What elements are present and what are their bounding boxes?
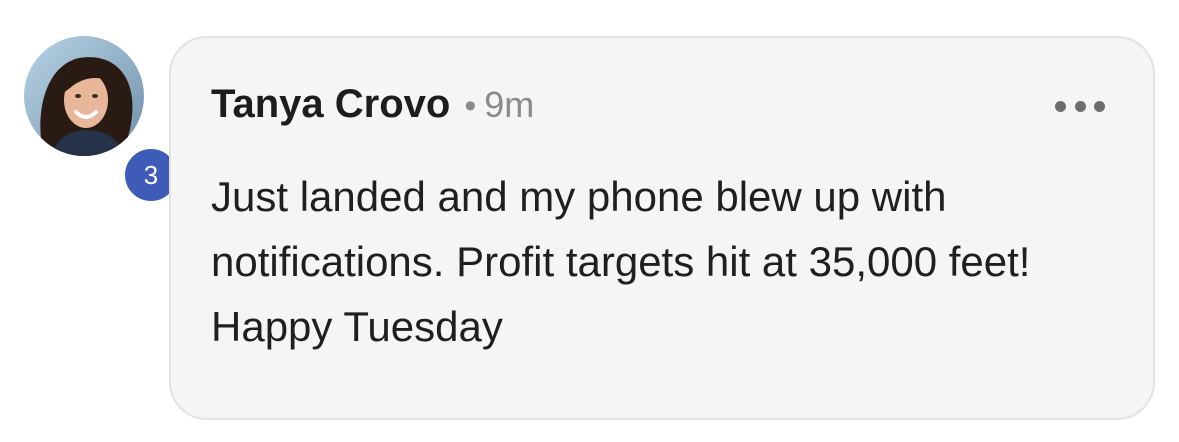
comment-row: 3 Tanya Crovo • 9m Just landed and my ph…: [0, 0, 1179, 442]
separator-dot: •: [464, 87, 477, 125]
ellipsis-horizontal-icon: [1094, 100, 1105, 112]
avatar[interactable]: [24, 36, 144, 156]
more-options-button[interactable]: [1055, 94, 1105, 118]
author-name[interactable]: Tanya Crovo: [211, 82, 450, 127]
comment-header: Tanya Crovo • 9m: [211, 82, 534, 127]
ellipsis-horizontal-icon: [1074, 100, 1086, 112]
comment-timestamp[interactable]: 9m: [484, 84, 534, 126]
avatar-photo: [24, 36, 144, 156]
ellipsis-horizontal-icon: [1055, 100, 1066, 112]
avatar-container[interactable]: 3: [24, 36, 182, 206]
comment-text: Just landed and my phone blew up with no…: [211, 173, 1031, 350]
comment-bubble: Tanya Crovo • 9m Just landed and my phon…: [169, 36, 1155, 420]
